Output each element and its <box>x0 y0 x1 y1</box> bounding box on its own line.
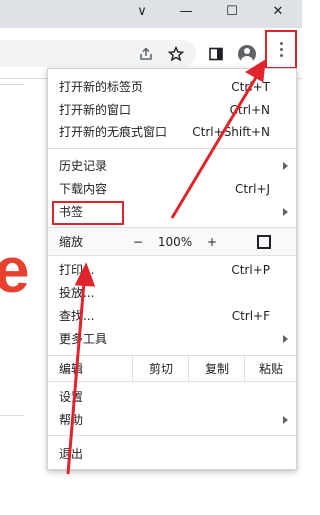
menu-item-downloads[interactable]: 下载内容 Ctrl+J <box>48 177 296 200</box>
menu-item-find[interactable]: 查找... Ctrl+F <box>48 304 296 327</box>
zoom-row: 缩放 − 100% + <box>48 227 296 256</box>
menu-item-new-tab[interactable]: 打开新的标签页 Ctrl+T <box>48 75 296 98</box>
menu-item-shortcut: Ctrl+T <box>231 79 270 94</box>
submenu-arrow-icon <box>283 415 288 424</box>
menu-item-label: 下载内容 <box>59 182 108 196</box>
menu-item-label: 查找... <box>59 309 95 323</box>
menu-item-exit[interactable]: 退出 <box>48 442 296 465</box>
menu-item-label: 打开新的无痕式窗口 <box>59 125 168 139</box>
star-icon-svg <box>168 46 184 62</box>
menu-item-label: 投放... <box>59 286 95 300</box>
fullscreen-icon <box>257 234 271 249</box>
menu-item-new-window[interactable]: 打开新的窗口 Ctrl+N <box>48 98 296 121</box>
side-panel-icon-svg <box>209 47 223 61</box>
fullscreen-button[interactable] <box>250 228 278 255</box>
menu-item-history[interactable]: 历史记录 <box>48 154 296 177</box>
share-icon-svg <box>140 47 152 60</box>
menu-item-more-tools[interactable]: 更多工具 <box>48 327 296 350</box>
menu-item-label: 设置 <box>59 390 84 404</box>
submenu-arrow-icon <box>283 334 288 343</box>
chevron-glyph: ∨ <box>137 3 147 19</box>
title-bar: ∨ — ☐ ✕ <box>0 0 302 28</box>
chrome-main-menu: 打开新的标签页 Ctrl+T 打开新的窗口 Ctrl+N 打开新的无痕式窗口 C… <box>47 68 297 470</box>
profile-avatar-icon[interactable] <box>234 41 260 67</box>
menu-separator <box>48 435 296 436</box>
menu-separator <box>48 148 296 149</box>
menu-item-label: 打开新的窗口 <box>59 103 132 117</box>
minimize-icon[interactable]: — <box>164 0 208 22</box>
minimize-glyph: — <box>179 3 193 19</box>
menu-item-shortcut: Ctrl+Shift+N <box>192 124 270 139</box>
menu-item-settings[interactable]: 设置 <box>48 385 296 408</box>
menu-item-shortcut: Ctrl+P <box>231 262 270 277</box>
bookmark-highlight-box <box>52 201 124 225</box>
menu-item-cast[interactable]: 投放... <box>48 281 296 304</box>
menu-item-shortcut: Ctrl+F <box>231 308 270 323</box>
edit-row: 编辑 剪切 复制 粘贴 <box>48 355 296 382</box>
menu-item-print[interactable]: 打印... Ctrl+P <box>48 258 296 281</box>
menu-item-label: 历史记录 <box>59 159 108 173</box>
zoom-label: 缩放 <box>59 235 84 249</box>
avatar <box>238 45 256 63</box>
menu-item-shortcut: Ctrl+J <box>235 181 270 196</box>
submenu-arrow-icon <box>283 207 288 216</box>
paste-button[interactable]: 粘贴 <box>244 356 297 381</box>
menu-item-label: 更多工具 <box>59 332 108 346</box>
copy-button[interactable]: 复制 <box>188 356 245 381</box>
page-logo-fragment: e <box>0 234 30 306</box>
cut-button[interactable]: 剪切 <box>132 356 189 381</box>
menu-item-label: 退出 <box>59 447 84 461</box>
maximize-icon[interactable]: ☐ <box>210 0 254 22</box>
menu-item-label: 帮助 <box>59 413 84 427</box>
menu-item-help[interactable]: 帮助 <box>48 408 296 431</box>
menu-item-new-incognito[interactable]: 打开新的无痕式窗口 Ctrl+Shift+N <box>48 120 296 143</box>
maximize-glyph: ☐ <box>226 3 238 19</box>
zoom-in-button[interactable]: + <box>200 228 224 255</box>
zoom-out-button[interactable]: − <box>126 228 150 255</box>
submenu-arrow-icon <box>283 161 288 170</box>
zoom-level: 100% <box>157 234 193 249</box>
more-menu-icon[interactable] <box>265 30 297 69</box>
star-icon[interactable] <box>163 41 189 67</box>
edit-label: 编辑 <box>59 362 84 376</box>
side-panel-icon[interactable] <box>203 41 229 67</box>
three-dots-icon <box>279 42 283 57</box>
close-icon[interactable]: ✕ <box>256 0 300 22</box>
menu-item-label: 打开新的标签页 <box>59 80 144 94</box>
close-glyph: ✕ <box>272 3 284 19</box>
menu-item-label: 打印... <box>59 263 95 277</box>
menu-item-shortcut: Ctrl+N <box>229 102 270 117</box>
chevron-down-icon[interactable]: ∨ <box>120 0 164 22</box>
share-icon[interactable] <box>133 41 159 67</box>
